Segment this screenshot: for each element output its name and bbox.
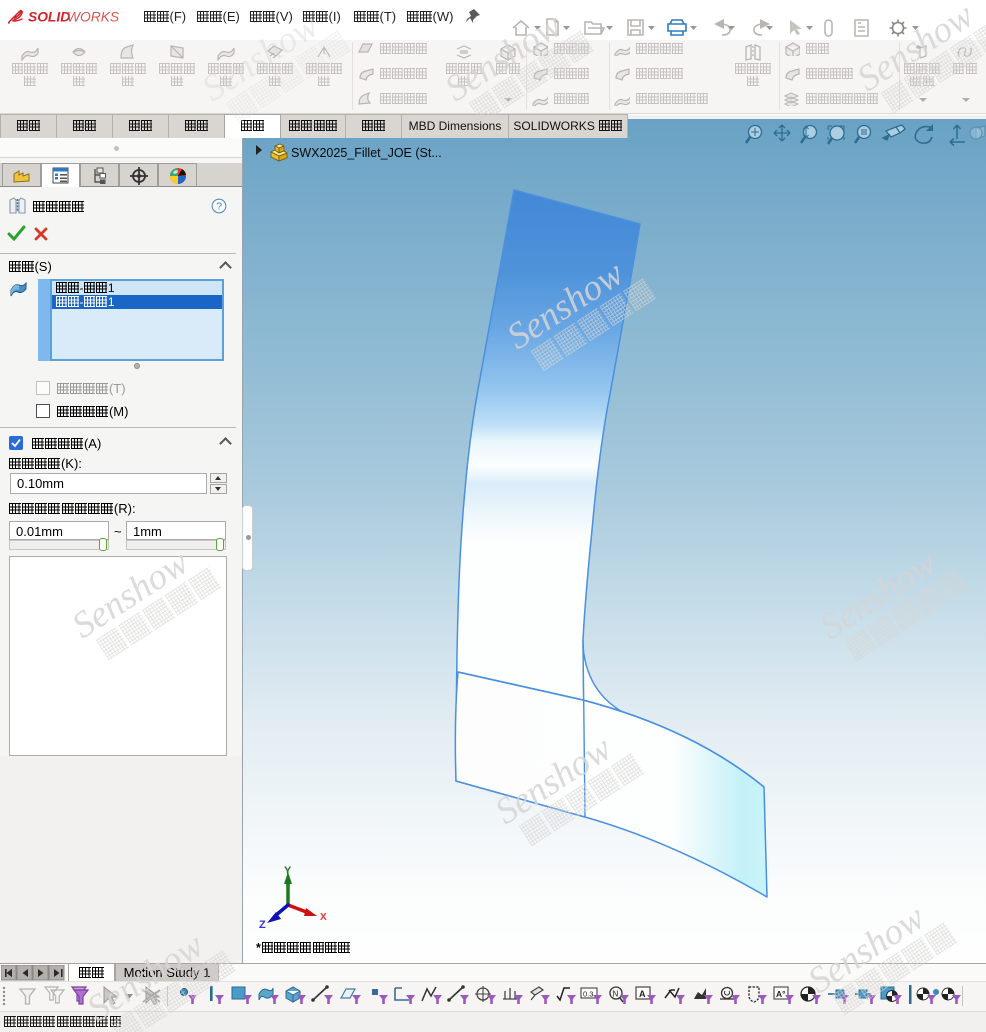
svg-text:X: X [320,912,327,923]
svg-text:Y: Y [284,865,292,877]
svg-text:WORKS: WORKS [67,10,120,25]
svg-text:SOLID: SOLID [28,10,70,25]
svg-text:A°: A° [776,989,786,999]
svg-text:N: N [613,990,619,999]
svg-text:Z: Z [259,919,266,931]
svg-text:0.3: 0.3 [583,990,593,999]
svg-text:?: ? [216,201,222,213]
